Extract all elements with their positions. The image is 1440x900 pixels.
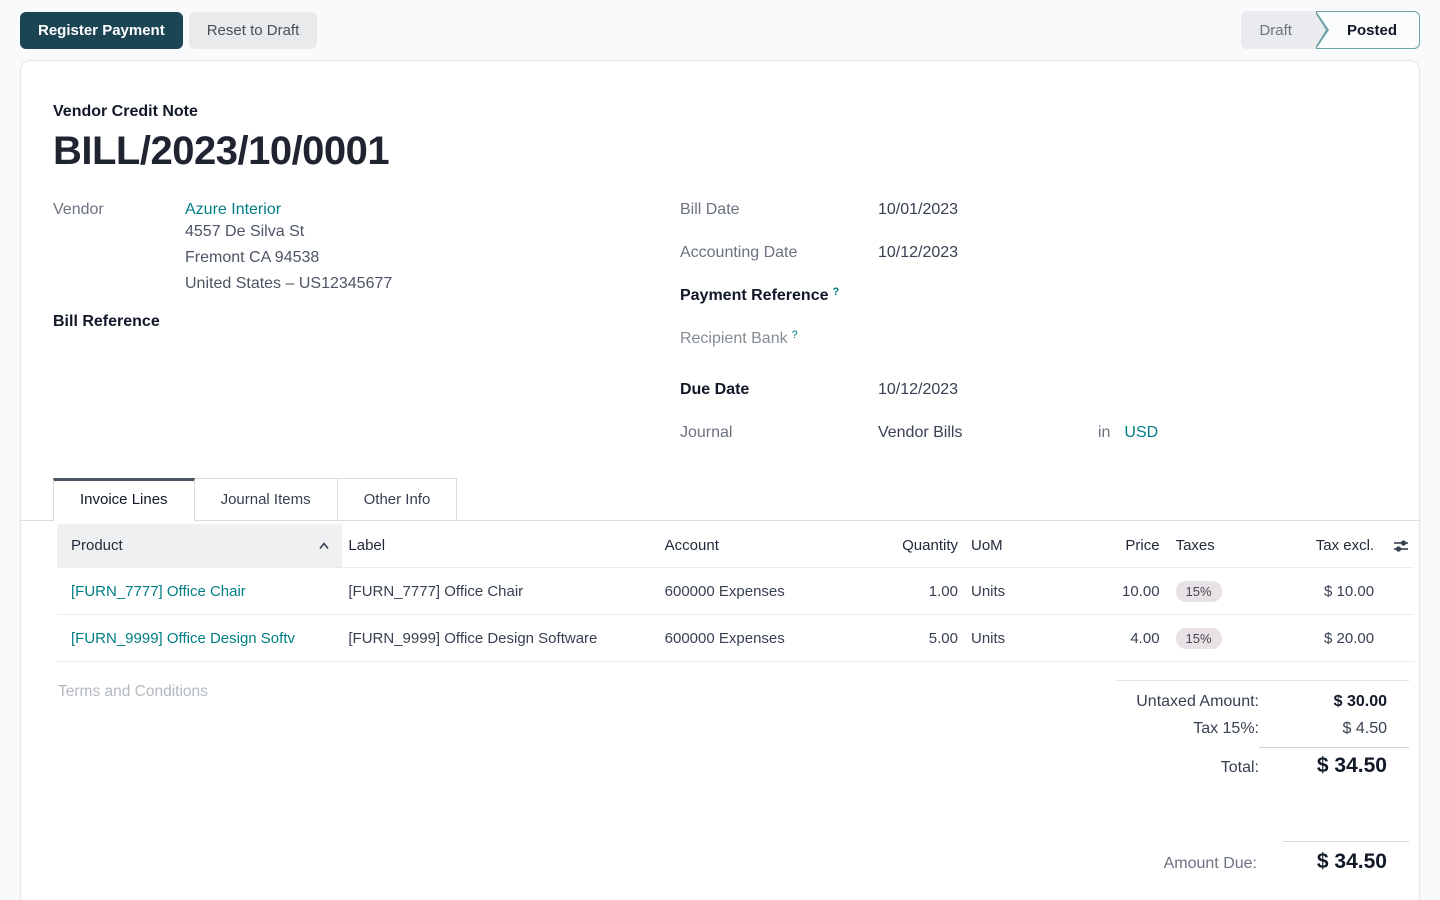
tab-other-info[interactable]: Other Info: [337, 478, 458, 520]
vendor-link[interactable]: Azure Interior: [185, 201, 281, 218]
total-value: $ 34.50: [1259, 747, 1409, 778]
price-cell: 10.00: [1025, 583, 1160, 600]
tax-badge: 15%: [1176, 581, 1222, 602]
column-header-uom[interactable]: UoM: [958, 537, 1025, 554]
column-header-product[interactable]: Product: [57, 524, 342, 567]
status-posted[interactable]: Posted: [1316, 11, 1420, 49]
journal-in-text: in: [1098, 424, 1110, 442]
account-cell: 600000 Expenses: [658, 630, 876, 647]
table-row[interactable]: [FURN_7777] Office Chair [FURN_7777] Off…: [57, 568, 1414, 615]
amount-due-label: Amount Due:: [1164, 855, 1257, 873]
reset-to-draft-button[interactable]: Reset to Draft: [189, 12, 318, 49]
amount-due-value: $ 34.50: [1283, 841, 1409, 874]
tab-journal-items[interactable]: Journal Items: [194, 478, 338, 520]
uom-cell: Units: [958, 630, 1025, 647]
form-sheet: Vendor Credit Note BILL/2023/10/0001 Ven…: [20, 60, 1420, 900]
product-link[interactable]: [FURN_9999] Office Design Softv: [71, 630, 295, 647]
document-title: BILL/2023/10/0001: [53, 127, 1387, 175]
journal-value[interactable]: Vendor Bills: [878, 424, 1098, 442]
uom-cell: Units: [958, 583, 1025, 600]
column-header-account[interactable]: Account: [658, 537, 876, 554]
product-link[interactable]: [FURN_7777] Office Chair: [71, 583, 246, 600]
column-header-price[interactable]: Price: [1025, 537, 1160, 554]
invoice-lines-table: Product Label Account Quantity UoM Price…: [57, 524, 1414, 662]
recipient-bank-help-icon[interactable]: ?: [792, 329, 798, 341]
tax-excl-cell: $ 10.00: [1244, 583, 1374, 600]
totals-block: Untaxed Amount: $ 30.00 Tax 15%: $ 4.50 …: [1117, 680, 1409, 787]
due-date-value[interactable]: 10/12/2023: [878, 381, 958, 399]
column-header-quantity[interactable]: Quantity: [875, 537, 958, 554]
sort-asc-icon: [318, 541, 330, 551]
status-posted-label: Posted: [1347, 22, 1397, 39]
column-header-product-label: Product: [71, 537, 123, 554]
column-header-taxes[interactable]: Taxes: [1160, 537, 1245, 554]
bill-date-value[interactable]: 10/01/2023: [878, 201, 958, 219]
untaxed-amount-value: $ 30.00: [1259, 693, 1409, 711]
vendor-address-line: Fremont CA 94538: [185, 245, 392, 271]
statusbar: Draft Posted: [1241, 11, 1420, 49]
status-draft[interactable]: Draft: [1241, 11, 1316, 49]
vendor-address-line: United States – US12345677: [185, 271, 392, 297]
toolbar: Register Payment Reset to Draft Draft Po…: [0, 0, 1440, 60]
amount-due-block: Amount Due: $ 34.50: [21, 841, 1409, 874]
register-payment-button[interactable]: Register Payment: [20, 12, 183, 49]
accounting-date-label: Accounting Date: [680, 244, 878, 262]
terms-and-conditions-placeholder[interactable]: Terms and Conditions: [58, 683, 208, 701]
vendor-address-line: 4557 De Silva St: [185, 219, 392, 245]
table-row[interactable]: [FURN_9999] Office Design Softv [FURN_99…: [57, 615, 1414, 662]
status-arrow-icon: [1316, 14, 1326, 46]
column-header-label[interactable]: Label: [342, 537, 657, 554]
tax-amount-value: $ 4.50: [1259, 720, 1409, 738]
payment-reference-label: Payment Reference: [680, 287, 829, 304]
untaxed-amount-label: Untaxed Amount:: [1136, 693, 1259, 711]
notebook-tabs: Invoice Lines Journal Items Other Info: [21, 478, 1419, 521]
total-label: Total:: [1221, 759, 1259, 777]
optional-columns-button[interactable]: [1374, 539, 1414, 553]
sliders-icon: [1392, 539, 1410, 553]
due-date-label: Due Date: [680, 381, 878, 399]
price-cell: 4.00: [1025, 630, 1160, 647]
vendor-label: Vendor: [53, 201, 185, 219]
tax-amount-label: Tax 15%:: [1193, 720, 1259, 738]
label-cell: [FURN_9999] Office Design Software: [342, 630, 657, 647]
quantity-cell: 1.00: [875, 583, 958, 600]
column-header-tax-excl[interactable]: Tax excl.: [1244, 537, 1374, 554]
bill-date-label: Bill Date: [680, 201, 878, 219]
accounting-date-value[interactable]: 10/12/2023: [878, 244, 958, 262]
recipient-bank-label: Recipient Bank: [680, 330, 788, 347]
label-cell: [FURN_7777] Office Chair: [342, 583, 657, 600]
journal-currency-link[interactable]: USD: [1124, 424, 1158, 442]
quantity-cell: 5.00: [875, 630, 958, 647]
account-cell: 600000 Expenses: [658, 583, 876, 600]
tax-excl-cell: $ 20.00: [1244, 630, 1374, 647]
bill-reference-label: Bill Reference: [53, 313, 253, 331]
journal-label: Journal: [680, 424, 878, 442]
payment-reference-help-icon[interactable]: ?: [832, 286, 839, 298]
tax-badge: 15%: [1176, 628, 1222, 649]
tab-invoice-lines[interactable]: Invoice Lines: [53, 478, 195, 520]
document-type-label: Vendor Credit Note: [53, 103, 1387, 121]
